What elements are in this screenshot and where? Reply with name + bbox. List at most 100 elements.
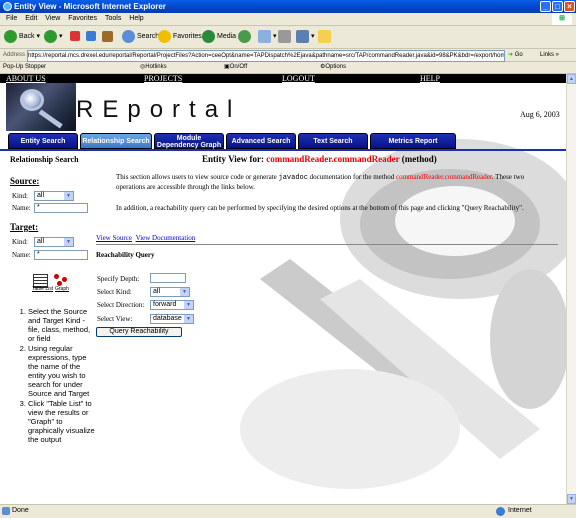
depth-label: Specify Depth:	[97, 275, 140, 283]
instruction-item: Select the Source and Target Kind - file…	[28, 307, 96, 343]
go-arrow-icon: ➔	[508, 52, 514, 58]
menu-favorites[interactable]: Favorites	[68, 13, 97, 25]
graph-icon[interactable]	[54, 274, 68, 286]
view-label: Select View:	[97, 315, 133, 323]
title-bar: Entity View - Microsoft Internet Explore…	[0, 0, 576, 13]
target-name-input[interactable]: *	[34, 250, 88, 260]
source-name-label: Name:	[12, 204, 31, 212]
target-name-label: Name:	[12, 251, 31, 259]
folder-icon	[318, 29, 331, 43]
search-icon	[122, 29, 135, 43]
kind-select[interactable]: all ▼	[150, 287, 190, 297]
menu-view[interactable]: View	[45, 13, 60, 25]
mail-icon	[258, 29, 271, 43]
scroll-down-icon[interactable]: ▼	[567, 494, 576, 504]
refresh-icon	[86, 31, 96, 42]
vertical-scrollbar[interactable]: ▲ ▼	[566, 74, 576, 504]
internet-zone-icon	[496, 507, 505, 516]
folder-button[interactable]	[318, 29, 333, 45]
nav-logout[interactable]: LOGOUT	[282, 74, 315, 83]
source-name-input[interactable]: *	[34, 203, 88, 213]
menu-edit[interactable]: Edit	[25, 13, 37, 25]
address-label: Address	[3, 52, 26, 58]
windows-logo-icon: ⊞	[552, 13, 572, 25]
stop-icon	[70, 31, 80, 42]
banner: REportal Aug 6, 2003	[0, 83, 566, 131]
chevron-down-icon: ▼	[64, 192, 73, 200]
target-kind-label: Kind:	[12, 238, 28, 246]
refresh-button[interactable]	[86, 29, 98, 45]
reachability-paragraph: In addition, a reachability query can be…	[116, 204, 524, 212]
print-button[interactable]	[278, 29, 293, 45]
ie-icon	[3, 2, 12, 11]
tab-entity-search[interactable]: Entity Search	[8, 133, 78, 149]
maximize-button[interactable]: □	[552, 1, 563, 12]
nav-help[interactable]: HELP	[420, 74, 440, 83]
go-button[interactable]: ➔ Go	[508, 49, 523, 61]
page-viewport: ABOUT US PROJECTS LOGOUT HELP REportal A…	[0, 74, 566, 504]
close-button[interactable]: ×	[564, 1, 575, 12]
instructions: Select the Source and Target Kind - file…	[6, 307, 96, 445]
entity-view-title: Entity View for: commandReader.commandRe…	[202, 154, 437, 164]
address-input[interactable]: https://reportal.mcs.drexel.edu/reportal…	[27, 50, 505, 62]
tab-module-dependency-graph[interactable]: Module Dependency Graph	[154, 133, 224, 149]
direction-select[interactable]: forward ▼	[150, 300, 194, 310]
graph-link[interactable]: Graph	[55, 286, 69, 292]
minimize-button[interactable]: _	[540, 1, 551, 12]
window-title: Entity View - Microsoft Internet Explore…	[14, 2, 166, 11]
options-button[interactable]: ⚙ Options	[320, 62, 346, 73]
reachability-title: Reachability Query	[96, 251, 155, 259]
media-button[interactable]: Media	[202, 29, 236, 45]
source-kind-label: Kind:	[12, 192, 28, 200]
view-select[interactable]: database ▼	[150, 314, 194, 324]
page-done-icon	[2, 507, 10, 515]
home-icon	[102, 30, 113, 42]
history-button[interactable]	[238, 29, 253, 45]
view-source-link[interactable]: View Source	[96, 234, 132, 242]
source-heading: Source:	[10, 176, 40, 186]
hotlinks-button[interactable]: ◎ Hotlinks	[140, 62, 167, 73]
favorites-button[interactable]: Favorites	[158, 29, 202, 45]
status-bar: Done Internet	[0, 504, 576, 518]
entity-name: commandReader.commandReader	[266, 154, 400, 164]
onoff-button[interactable]: ▣ On/Off	[224, 62, 247, 73]
tab-metrics-report[interactable]: Metrics Report	[370, 133, 456, 149]
search-button[interactable]: Search	[122, 29, 159, 45]
menu-help[interactable]: Help	[129, 13, 143, 25]
source-kind-select[interactable]: all ▼	[34, 191, 74, 201]
table-list-link[interactable]: Table List	[32, 286, 53, 292]
query-reachability-button[interactable]: Query Reachability	[96, 327, 182, 337]
edit-icon	[296, 29, 309, 43]
nav-about-us[interactable]: ABOUT US	[6, 74, 46, 83]
mail-button[interactable]: ▾	[258, 29, 277, 45]
direction-label: Select Direction:	[97, 301, 145, 309]
intro-paragraph: This section allows users to view source…	[116, 173, 525, 191]
links-button[interactable]: Links »	[540, 49, 559, 61]
page-nav-bar: ABOUT US PROJECTS LOGOUT HELP	[0, 74, 566, 83]
magnifier-logo-image	[6, 83, 76, 131]
popup-stopper-bar: Pop-Up Stopper ◎ Hotlinks ▣ On/Off ⚙ Opt…	[0, 62, 576, 74]
forward-button[interactable]: ▾	[44, 29, 63, 45]
status-text: Done	[12, 507, 29, 514]
tab-underline	[0, 149, 566, 151]
scroll-up-icon[interactable]: ▲	[567, 74, 576, 84]
security-zone-text: Internet	[508, 507, 532, 514]
depth-input[interactable]	[150, 273, 186, 283]
menu-tools[interactable]: Tools	[105, 13, 121, 25]
chevron-down-icon: ▼	[184, 315, 193, 323]
tab-relationship-search[interactable]: Relationship Search	[80, 133, 152, 149]
home-button[interactable]	[102, 29, 115, 45]
reportal-logo-text: REportal	[76, 96, 242, 123]
back-button[interactable]: Back ▾	[4, 29, 40, 45]
target-heading: Target:	[10, 222, 39, 232]
menu-file[interactable]: File	[6, 13, 17, 25]
toolbar: Back ▾ ▾ Search Favorites Media ▾ ▾	[0, 26, 576, 49]
tab-text-search[interactable]: Text Search	[298, 133, 368, 149]
stop-button[interactable]	[70, 29, 82, 45]
edit-button[interactable]: ▾	[296, 29, 315, 45]
nav-projects[interactable]: PROJECTS	[144, 74, 182, 83]
view-documentation-link[interactable]: View Documentation	[136, 234, 196, 242]
view-links: View Source View Documentation	[96, 234, 197, 242]
tab-advanced-search[interactable]: Advanced Search	[226, 133, 296, 149]
target-kind-select[interactable]: all ▼	[34, 237, 74, 247]
